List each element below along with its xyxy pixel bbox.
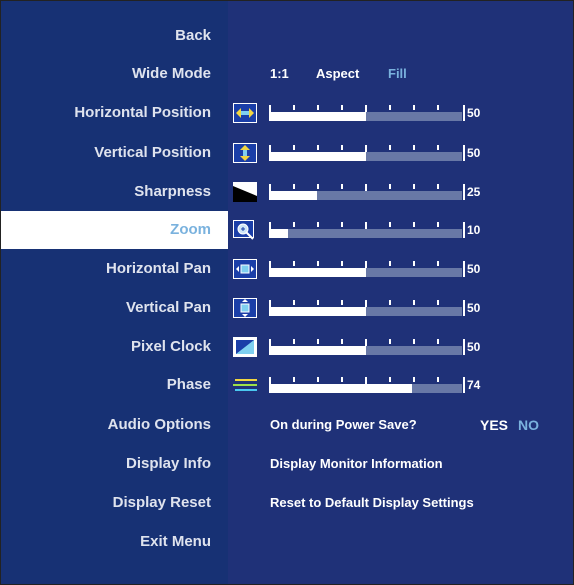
pixel-clock-slider[interactable] bbox=[269, 339, 465, 356]
zoom-row: 10 bbox=[228, 211, 573, 249]
osd-window: Back Wide Mode Horizontal Position Verti… bbox=[0, 0, 574, 585]
slider-fill bbox=[269, 384, 412, 393]
sharpness-slider[interactable] bbox=[269, 184, 465, 201]
display-info-row: Display Monitor Information bbox=[228, 445, 573, 483]
menu-item-wide-mode[interactable]: Wide Mode bbox=[1, 55, 228, 93]
slider-fill bbox=[269, 307, 366, 316]
menu-item-horizontal-pan[interactable]: Horizontal Pan bbox=[1, 250, 228, 288]
zoom-slider[interactable] bbox=[269, 222, 465, 239]
vertical-pan-row: 50 bbox=[228, 289, 573, 327]
pixel-clock-value: 50 bbox=[467, 340, 481, 354]
menu-item-zoom[interactable]: Zoom bbox=[1, 211, 228, 249]
menu-item-exit-menu[interactable]: Exit Menu bbox=[1, 523, 228, 561]
menu-item-phase[interactable]: Phase bbox=[1, 366, 228, 404]
vertical-position-slider[interactable] bbox=[269, 145, 465, 162]
menu-item-audio-options[interactable]: Audio Options bbox=[1, 406, 228, 444]
pixel-clock-row: 50 bbox=[228, 328, 573, 366]
wide-mode-option-fill[interactable]: Fill bbox=[388, 55, 407, 93]
horizontal-pan-row: 50 bbox=[228, 250, 573, 288]
vertical-pan-slider[interactable] bbox=[269, 300, 465, 317]
vertical-pan-icon bbox=[233, 298, 257, 318]
no-option[interactable]: NO bbox=[518, 406, 539, 444]
zoom-value: 10 bbox=[467, 223, 481, 237]
horizontal-pan-value: 50 bbox=[467, 262, 481, 276]
zoom-icon bbox=[233, 220, 254, 240]
vertical-position-row: 50 bbox=[228, 134, 573, 172]
reset-default-settings[interactable]: Reset to Default Display Settings bbox=[270, 484, 474, 522]
menu-item-horizontal-position[interactable]: Horizontal Position bbox=[1, 94, 228, 132]
power-save-question: On during Power Save? bbox=[270, 417, 417, 432]
wide-mode-option-aspect[interactable]: Aspect bbox=[316, 55, 359, 93]
wide-mode-row: 1:1 Aspect Fill bbox=[228, 55, 573, 93]
horizontal-pan-slider[interactable] bbox=[269, 261, 465, 278]
slider-fill bbox=[269, 268, 366, 277]
vertical-position-value: 50 bbox=[467, 146, 481, 160]
vertical-position-icon bbox=[233, 143, 257, 163]
yes-option[interactable]: YES bbox=[480, 406, 508, 444]
wide-mode-option-1-1[interactable]: 1:1 bbox=[270, 55, 289, 93]
menu-item-display-info[interactable]: Display Info bbox=[1, 445, 228, 483]
phase-icon bbox=[233, 379, 257, 391]
sharpness-row: 25 bbox=[228, 173, 573, 211]
sharpness-value: 25 bbox=[467, 185, 481, 199]
menu-item-sharpness[interactable]: Sharpness bbox=[1, 173, 228, 211]
pixel-clock-icon bbox=[233, 337, 257, 357]
slider-fill bbox=[269, 152, 366, 161]
slider-fill bbox=[269, 229, 289, 238]
slider-fill bbox=[269, 191, 318, 200]
sharpness-icon bbox=[233, 182, 257, 202]
menu-panel: Back Wide Mode Horizontal Position Verti… bbox=[1, 1, 228, 584]
slider-fill bbox=[269, 346, 366, 355]
slider-fill bbox=[269, 112, 366, 121]
phase-slider[interactable] bbox=[269, 377, 465, 394]
vertical-pan-value: 50 bbox=[467, 301, 481, 315]
menu-item-vertical-pan[interactable]: Vertical Pan bbox=[1, 289, 228, 327]
display-monitor-information[interactable]: Display Monitor Information bbox=[270, 445, 443, 483]
audio-options-row: On during Power Save? YES NO bbox=[228, 406, 573, 444]
horizontal-position-slider[interactable] bbox=[269, 105, 465, 122]
horizontal-position-row: 50 bbox=[228, 94, 573, 132]
horizontal-position-value: 50 bbox=[467, 106, 481, 120]
settings-panel: 1:1 Aspect Fill 50 50 25 10 50 50 50 74 … bbox=[228, 1, 573, 584]
display-reset-row: Reset to Default Display Settings bbox=[228, 484, 573, 522]
menu-item-vertical-position[interactable]: Vertical Position bbox=[1, 134, 228, 172]
menu-item-display-reset[interactable]: Display Reset bbox=[1, 484, 228, 522]
phase-row: 74 bbox=[228, 366, 573, 404]
horizontal-position-icon bbox=[233, 103, 257, 123]
phase-value: 74 bbox=[467, 378, 481, 392]
menu-item-back[interactable]: Back bbox=[1, 17, 228, 55]
horizontal-pan-icon bbox=[233, 259, 257, 279]
menu-item-pixel-clock[interactable]: Pixel Clock bbox=[1, 328, 228, 366]
